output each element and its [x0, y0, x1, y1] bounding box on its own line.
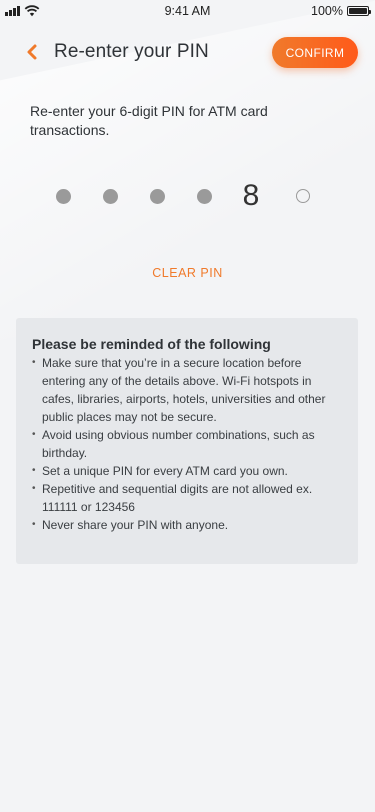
- confirm-button[interactable]: CONFIRM: [272, 37, 358, 68]
- page-title: Re-enter your PIN: [54, 41, 209, 62]
- reminder-card: Please be reminded of the following Make…: [16, 318, 358, 564]
- pin-slot-6: [288, 176, 318, 216]
- pin-slot-1: [48, 176, 78, 216]
- reminder-title: Please be reminded of the following: [32, 336, 271, 352]
- pin-dot-filled: [149, 188, 165, 204]
- clear-pin-button[interactable]: CLEAR PIN: [0, 266, 375, 280]
- status-bar: 9:41 AM 100%: [0, 0, 375, 22]
- status-right: 100%: [311, 4, 371, 18]
- pin-dot-filled: [196, 188, 212, 204]
- pin-slot-5: 8: [236, 176, 266, 216]
- pin-last-digit: 8: [242, 179, 260, 212]
- chevron-left-icon: [27, 44, 37, 60]
- pin-dot-filled: [102, 188, 118, 204]
- pin-slot-4: [189, 176, 219, 216]
- reminder-item: Avoid using obvious number combinations,…: [32, 426, 344, 462]
- reminder-list: Make sure that you’re in a secure locati…: [32, 354, 344, 534]
- reminder-item: Never share your PIN with anyone.: [32, 516, 344, 534]
- pin-dot-empty: [296, 189, 310, 203]
- pin-slot-3: [142, 176, 172, 216]
- reminder-item: Make sure that you’re in a secure locati…: [32, 354, 344, 426]
- header: Re-enter your PIN CONFIRM: [0, 36, 375, 70]
- back-button[interactable]: [24, 40, 48, 66]
- pin-entry[interactable]: 8: [0, 176, 375, 216]
- reminder-item: Repetitive and sequential digits are not…: [32, 480, 344, 516]
- battery-icon: [347, 6, 371, 16]
- instructions-text: Re-enter your 6-digit PIN for ATM card t…: [30, 103, 268, 138]
- pin-slot-2: [95, 176, 125, 216]
- pin-dot-filled: [55, 188, 71, 204]
- battery-percentage: 100%: [311, 4, 343, 18]
- reminder-item: Set a unique PIN for every ATM card you …: [32, 462, 344, 480]
